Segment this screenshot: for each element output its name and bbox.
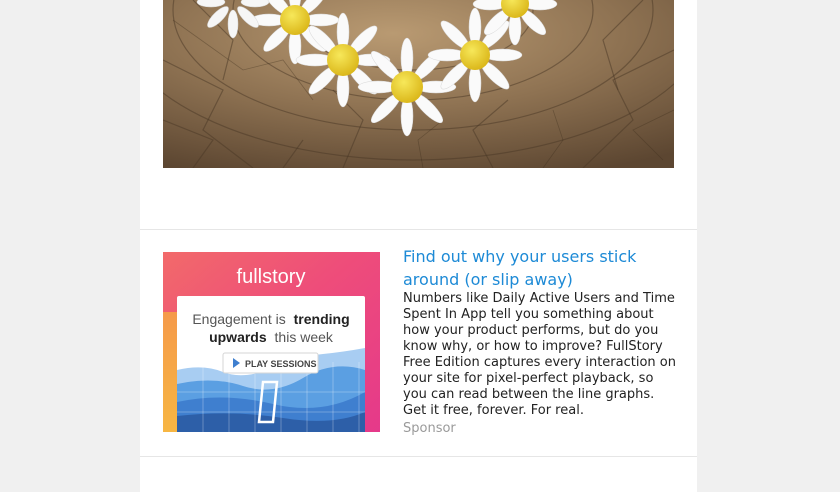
sponsor-ad-image[interactable]: fullstory Engagement is trending upwards… [163,252,380,432]
content-column: fullstory Engagement is trending upwards… [140,0,697,492]
section-divider [140,229,697,230]
section-divider [140,456,697,457]
sponsor-title-link[interactable]: Find out why your users stick around (or… [403,245,683,291]
ad-headline-line1: Engagement is trending [192,311,349,327]
fullstory-ad-graphic: fullstory Engagement is trending upwards… [163,252,380,432]
daisy-photo [163,0,674,168]
sponsor-description: Numbers like Daily Active Users and Time… [403,291,676,418]
ad-brand: fullstory [237,266,306,288]
sponsor-label: Sponsor [403,421,456,436]
ad-play-sessions-label: PLAY SESSIONS [245,359,317,369]
hero-image [163,0,674,168]
